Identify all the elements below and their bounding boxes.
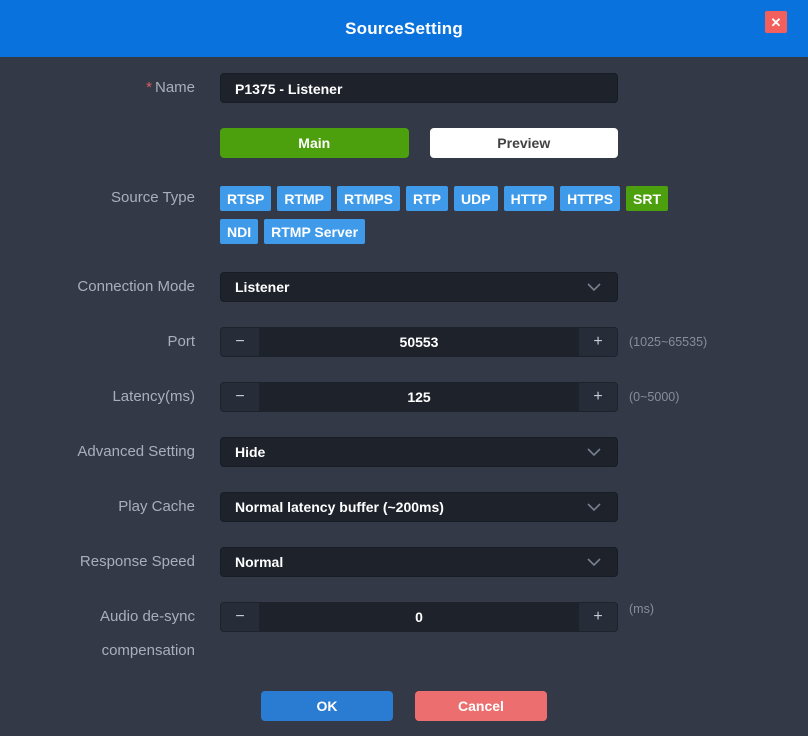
close-button[interactable]: ✕	[765, 11, 787, 33]
source-setting-dialog: SourceSetting ✕ *Name P1375 - Listener M…	[0, 0, 808, 736]
play-cache-label: Play Cache	[0, 492, 195, 522]
latency-row: Latency(ms) − 125 + (0~5000)	[0, 382, 808, 412]
audio-desync-decrement-button[interactable]: −	[221, 603, 259, 631]
dialog-header: SourceSetting ✕	[0, 0, 808, 57]
required-asterisk: *	[146, 79, 152, 96]
source-type-tag-rtmp-server[interactable]: RTMP Server	[264, 219, 365, 244]
port-increment-button[interactable]: +	[579, 328, 617, 356]
source-type-tag-ndi[interactable]: NDI	[220, 219, 258, 244]
source-type-tag-rtmps[interactable]: RTMPS	[337, 186, 400, 211]
latency-increment-button[interactable]: +	[579, 383, 617, 411]
audio-desync-label-line1: Audio de-sync	[100, 608, 195, 625]
port-range-hint: (1025~65535)	[629, 335, 707, 349]
chevron-down-icon	[587, 558, 601, 566]
source-type-label: Source Type	[0, 183, 195, 213]
audio-desync-unit-hint: (ms)	[629, 602, 654, 616]
connection-mode-label: Connection Mode	[0, 272, 195, 302]
chevron-down-icon	[587, 448, 601, 456]
audio-desync-increment-button[interactable]: +	[579, 603, 617, 631]
port-row: Port − 50553 + (1025~65535)	[0, 327, 808, 357]
response-speed-value: Normal	[235, 554, 283, 570]
channel-button-group: Main Preview	[220, 128, 618, 158]
latency-range-hint: (0~5000)	[629, 390, 679, 404]
source-type-tag-https[interactable]: HTTPS	[560, 186, 620, 211]
play-cache-row: Play Cache Normal latency buffer (~200ms…	[0, 492, 808, 522]
cancel-button[interactable]: Cancel	[415, 691, 547, 721]
port-decrement-button[interactable]: −	[221, 328, 259, 356]
latency-stepper: − 125 +	[220, 382, 618, 412]
port-value[interactable]: 50553	[259, 328, 579, 356]
channel-row: Main Preview	[0, 128, 808, 158]
name-label-text: Name	[155, 79, 195, 96]
connection-mode-row: Connection Mode Listener	[0, 272, 808, 302]
advanced-setting-row: Advanced Setting Hide	[0, 437, 808, 467]
connection-mode-select[interactable]: Listener	[220, 272, 618, 302]
play-cache-value: Normal latency buffer (~200ms)	[235, 499, 444, 515]
play-cache-select[interactable]: Normal latency buffer (~200ms)	[220, 492, 618, 522]
response-speed-row: Response Speed Normal	[0, 547, 808, 577]
port-stepper: − 50553 +	[220, 327, 618, 357]
response-speed-select[interactable]: Normal	[220, 547, 618, 577]
name-label: *Name	[0, 73, 195, 103]
source-type-tag-rtmp[interactable]: RTMP	[277, 186, 331, 211]
source-type-tag-rtp[interactable]: RTP	[406, 186, 448, 211]
dialog-body: *Name P1375 - Listener Main Preview Sour…	[0, 57, 808, 721]
advanced-setting-select[interactable]: Hide	[220, 437, 618, 467]
chevron-down-icon	[587, 503, 601, 511]
audio-desync-row: Audio de-sync compensation − 0 + (ms)	[0, 602, 808, 666]
latency-label: Latency(ms)	[0, 382, 195, 412]
source-type-tag-udp[interactable]: UDP	[454, 186, 498, 211]
audio-desync-value[interactable]: 0	[259, 603, 579, 631]
source-type-row: Source Type RTSP RTMP RTMPS RTP UDP HTTP…	[0, 183, 808, 244]
source-type-tags: RTSP RTMP RTMPS RTP UDP HTTP HTTPS SRT N…	[220, 186, 682, 244]
source-type-tag-rtsp[interactable]: RTSP	[220, 186, 271, 211]
response-speed-label: Response Speed	[0, 547, 195, 577]
main-button[interactable]: Main	[220, 128, 409, 158]
name-input[interactable]: P1375 - Listener	[220, 73, 618, 103]
latency-value[interactable]: 125	[259, 383, 579, 411]
name-row: *Name P1375 - Listener	[0, 73, 808, 103]
audio-desync-label: Audio de-sync compensation	[0, 602, 195, 666]
dialog-title: SourceSetting	[345, 19, 463, 39]
dialog-footer: OK Cancel	[0, 691, 808, 721]
close-icon: ✕	[771, 16, 782, 29]
source-type-tag-srt[interactable]: SRT	[626, 186, 668, 211]
preview-button[interactable]: Preview	[430, 128, 619, 158]
advanced-setting-label: Advanced Setting	[0, 437, 195, 467]
port-label: Port	[0, 327, 195, 357]
chevron-down-icon	[587, 283, 601, 291]
audio-desync-stepper: − 0 +	[220, 602, 618, 632]
source-type-tag-http[interactable]: HTTP	[504, 186, 555, 211]
advanced-setting-value: Hide	[235, 444, 265, 460]
audio-desync-label-line2: compensation	[0, 636, 195, 666]
ok-button[interactable]: OK	[261, 691, 393, 721]
connection-mode-value: Listener	[235, 279, 289, 295]
latency-decrement-button[interactable]: −	[221, 383, 259, 411]
